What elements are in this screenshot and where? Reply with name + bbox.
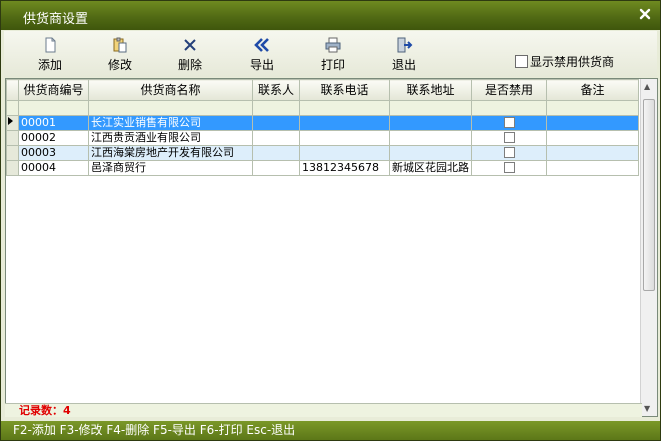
supplier-table: 供货商编号 供货商名称 联系人 联系电话 联系地址 是否禁用 备注 00001 … [6, 79, 639, 176]
cell-supplier-name[interactable]: 邑泽商贸行 [88, 160, 253, 176]
column-header[interactable]: 是否禁用 [471, 79, 547, 101]
column-header[interactable]: 联系人 [252, 79, 300, 101]
row-indicator-header [6, 79, 19, 101]
paste-icon [113, 37, 127, 53]
cell-supplier-id[interactable]: 00003 [18, 145, 89, 161]
cell-contact[interactable] [252, 160, 300, 176]
filter-cell[interactable] [389, 100, 472, 116]
column-header[interactable]: 备注 [546, 79, 639, 101]
filter-cell[interactable] [18, 100, 89, 116]
delete-button-label: 删除 [177, 58, 202, 72]
print-button[interactable]: 打印 [308, 37, 358, 75]
cell-phone[interactable] [299, 115, 390, 131]
cell-address[interactable]: 新城区花园北路 [389, 160, 472, 176]
disabled-checkbox[interactable] [503, 117, 515, 128]
scrollbar-thumb[interactable] [643, 99, 655, 291]
cell-supplier-name[interactable]: 江西贵贡酒业有限公司 [88, 130, 253, 146]
row-indicator [6, 160, 19, 176]
show-disabled-checkbox-box[interactable] [515, 55, 528, 68]
cell-disabled[interactable] [471, 160, 547, 176]
table-row[interactable]: 00001 长江实业销售有限公司 [6, 115, 639, 131]
table-row[interactable]: 00003 江西海棠房地产开发有限公司 [6, 145, 639, 161]
cell-address[interactable] [389, 115, 472, 131]
cell-phone[interactable] [299, 130, 390, 146]
cell-supplier-id[interactable]: 00002 [18, 130, 89, 146]
cell-note[interactable] [546, 160, 639, 176]
shortcut-hints: F2-添加 F3-修改 F4-删除 F5-导出 F6-打印 Esc-退出 [13, 423, 296, 437]
export-button-label: 导出 [249, 58, 274, 72]
cell-note[interactable] [546, 115, 639, 131]
summary-row: 记录数：4 [5, 403, 642, 417]
cell-disabled[interactable] [471, 130, 547, 146]
record-count: 记录数：4 [19, 404, 71, 417]
exit-button-label: 退出 [391, 58, 416, 72]
table-row[interactable]: 00002 江西贵贡酒业有限公司 [6, 130, 639, 146]
title-bar: 供货商设置 [1, 1, 660, 30]
cell-supplier-id[interactable]: 00001 [18, 115, 89, 131]
filter-cell[interactable] [252, 100, 300, 116]
row-indicator [6, 115, 19, 131]
exit-button[interactable]: 退出 [379, 37, 429, 75]
header-row: 供货商编号 供货商名称 联系人 联系电话 联系地址 是否禁用 备注 [6, 79, 639, 101]
add-button-label: 添加 [37, 58, 62, 72]
export-button[interactable]: 导出 [237, 37, 287, 75]
cell-address[interactable] [389, 145, 472, 161]
delete-x-icon [184, 39, 196, 51]
print-button-label: 打印 [320, 58, 345, 72]
table-row[interactable]: 00004 邑泽商贸行 13812345678 新城区花园北路 [6, 160, 639, 176]
cell-disabled[interactable] [471, 145, 547, 161]
cell-supplier-name[interactable]: 江西海棠房地产开发有限公司 [88, 145, 253, 161]
cell-note[interactable] [546, 145, 639, 161]
cell-contact[interactable] [252, 130, 300, 146]
row-indicator [6, 130, 19, 146]
cell-note[interactable] [546, 130, 639, 146]
current-row-arrow-icon [8, 117, 13, 125]
show-disabled-checkbox[interactable]: 显示禁用供货商 [515, 53, 614, 70]
cell-disabled[interactable] [471, 115, 547, 131]
column-header[interactable]: 供货商编号 [18, 79, 89, 101]
document-icon [45, 37, 56, 53]
exit-door-icon [397, 37, 413, 53]
filter-cell[interactable] [299, 100, 390, 116]
filter-row [6, 100, 639, 116]
cell-supplier-id[interactable]: 00004 [18, 160, 89, 176]
scroll-down-arrow-icon[interactable]: ▼ [644, 404, 650, 413]
cell-contact[interactable] [252, 145, 300, 161]
filter-cell[interactable] [546, 100, 639, 116]
add-button[interactable]: 添加 [25, 37, 75, 75]
cell-phone[interactable] [299, 145, 390, 161]
column-header[interactable]: 供货商名称 [88, 79, 253, 101]
cell-phone[interactable]: 13812345678 [299, 160, 390, 176]
double-chevron-left-icon [254, 38, 269, 52]
disabled-checkbox[interactable] [503, 132, 515, 143]
toolbar: 添加 修改 删除 导出 打印 退出 显示禁用供货商 [4, 31, 657, 77]
supplier-settings-window: 供货商设置 添加 修改 删除 导出 打印 退出 显示禁用供货商 供货商编号 供货… [0, 0, 661, 441]
disabled-checkbox[interactable] [503, 162, 515, 173]
cell-contact[interactable] [252, 115, 300, 131]
filter-cell[interactable] [88, 100, 253, 116]
cell-supplier-name[interactable]: 长江实业销售有限公司 [88, 115, 253, 131]
scroll-up-arrow-icon[interactable]: ▲ [644, 82, 650, 91]
window-title: 供货商设置 [23, 12, 89, 27]
disabled-checkbox[interactable] [503, 147, 515, 158]
edit-button-label: 修改 [107, 58, 132, 72]
filter-cell[interactable] [471, 100, 547, 116]
row-indicator [6, 100, 19, 116]
close-icon[interactable] [638, 7, 652, 21]
supplier-grid: 供货商编号 供货商名称 联系人 联系电话 联系地址 是否禁用 备注 00001 … [5, 78, 658, 417]
delete-button[interactable]: 删除 [165, 37, 215, 75]
vertical-scrollbar[interactable]: ▲ ▼ [640, 79, 657, 416]
edit-button[interactable]: 修改 [95, 37, 145, 75]
column-header[interactable]: 联系电话 [299, 79, 390, 101]
cell-address[interactable] [389, 130, 472, 146]
row-indicator [6, 145, 19, 161]
show-disabled-label: 显示禁用供货商 [530, 55, 615, 69]
column-header[interactable]: 联系地址 [389, 79, 472, 101]
printer-icon [325, 37, 341, 53]
status-bar: F2-添加 F3-修改 F4-删除 F5-导出 F6-打印 Esc-退出 [1, 421, 660, 440]
